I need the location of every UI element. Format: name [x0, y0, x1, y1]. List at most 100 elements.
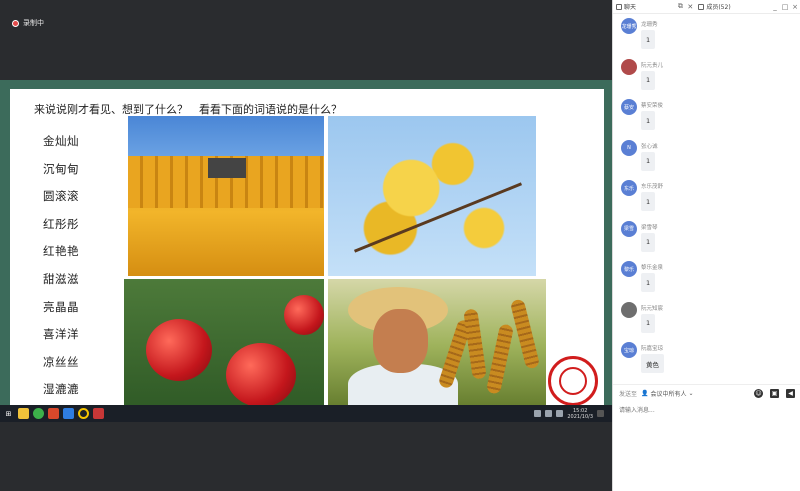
message-sender: 东乐茂舒 [641, 184, 664, 190]
shared-screen: 来说说刚才看见、想到了什么？ 看看下面的词语说的是什么？ 金灿灿 沉甸甸 圆滚滚… [0, 80, 612, 422]
tab-chat-label: 聊天 [624, 4, 637, 11]
seal-inner-ring [559, 367, 587, 395]
message-composer: 发送至 👤 会议中所有人 ⌄ ☺ ▣ ◀ [613, 384, 800, 491]
send-target-row: 发送至 👤 会议中所有人 ⌄ ☺ ▣ ◀ [619, 389, 795, 398]
farmer-millet-photo [328, 279, 546, 411]
message-bubble: 1 [641, 151, 656, 171]
message-sender: 黎乐金泉 [641, 265, 664, 271]
message-input[interactable] [619, 405, 795, 445]
word-item: 凉丝丝 [43, 354, 79, 369]
word-item: 红彤彤 [43, 216, 79, 231]
word-item: 喜洋洋 [43, 327, 79, 342]
message-sender: 梁雪琴 [641, 224, 658, 231]
avatar[interactable]: 龙珊秀 [621, 18, 637, 34]
message-bubble: 1 [641, 111, 656, 130]
clock[interactable]: 15:02 2021/10/3 [567, 408, 593, 420]
recording-indicator[interactable]: 录制中 [12, 18, 44, 28]
message-bubble: 1 [641, 313, 656, 333]
millet-shape [509, 298, 541, 370]
minimize-button[interactable]: _ [770, 3, 780, 11]
clock-date: 2021/10/3 [567, 413, 593, 420]
maximize-button[interactable]: □ [780, 3, 790, 11]
word-item: 圆滚滚 [43, 189, 79, 204]
app-window: 录制中 来说说刚才看见、想到了什么？ 看看下面的词语说的是什么？ 金灿灿 沉甸甸… [0, 0, 800, 491]
word-item: 红艳艳 [43, 244, 79, 259]
members-icon [698, 3, 705, 10]
circle-app-icon[interactable] [78, 408, 89, 419]
word-list: 金灿灿 沉甸甸 圆滚滚 红彤彤 红艳艳 甜滋滋 亮晶晶 喜洋洋 凉丝丝 湿漉漉 [43, 133, 123, 409]
message-bubble: 黄色 [641, 354, 664, 373]
recording-label: 录制中 [23, 19, 44, 27]
avatar[interactable] [621, 58, 637, 75]
corn-harvest-photo [128, 116, 324, 276]
close-button[interactable]: × [790, 3, 800, 11]
avatar[interactable]: 宝琼 [621, 342, 637, 358]
message-sender: 阮元知宸 [641, 305, 664, 312]
office-icon[interactable] [48, 408, 59, 419]
avatar[interactable]: 东乐 [621, 180, 637, 196]
message-bubble: 1 [641, 232, 656, 252]
send-target-dropdown[interactable]: 👤 会议中所有人 ⌄ [641, 389, 694, 398]
branch-shape [353, 182, 523, 253]
input-method-icon[interactable] [556, 410, 564, 417]
record-dot-icon [12, 19, 19, 27]
image-icon[interactable]: ▣ [770, 389, 779, 398]
tab-chat[interactable]: 聊天 [613, 2, 639, 11]
millet-shape [485, 323, 515, 395]
millet-shape [463, 308, 487, 380]
send-to-label: 发送至 [619, 391, 638, 398]
word-item: 金灿灿 [43, 134, 79, 148]
avatar[interactable]: 梁雪 [621, 220, 637, 237]
message-list[interactable]: 龙珊秀 龙珊秀 1 阮元贵儿 1 蔡安 蔡安荣俊 1 N 张心诚 1 东乐 东乐茂舒 1 梁雪 梁雪琴 1 黎乐黎… [613, 14, 800, 384]
message-bubble: 1 [641, 273, 656, 292]
tab-members-label: 成员(52) [706, 4, 731, 11]
slide-title: 来说说刚才看见、想到了什么？ 看看下面的词语说的是什么？ [34, 103, 342, 116]
emoji-icon[interactable]: ☺ [754, 389, 763, 398]
person-icon: 👤 [641, 390, 649, 397]
truck-shape [208, 158, 246, 178]
word-item: 甜滋滋 [43, 271, 79, 286]
apple-shape [284, 295, 324, 335]
chevron-down-icon: ⌄ [688, 390, 694, 397]
avatar[interactable] [621, 301, 637, 318]
apple-shape [226, 343, 296, 407]
wifi-icon[interactable] [534, 410, 542, 417]
red-apples-photo [124, 279, 324, 411]
avatar[interactable]: 黎乐 [621, 261, 637, 277]
face-shape [373, 309, 428, 373]
message-bubble: 1 [641, 30, 656, 49]
composer-tools: ☺ ▣ ◀ [754, 389, 795, 398]
system-tray: 15:02 2021/10/3 [534, 408, 612, 420]
word-item: 亮晶晶 [43, 299, 79, 314]
panel-tab-bar: 聊天 ⧉ ✕ 成员(52) _ □ × [613, 0, 800, 14]
megaphone-icon[interactable]: ◀ [786, 389, 795, 398]
apple-shape [146, 319, 212, 381]
start-icon[interactable]: ⊞ [3, 408, 14, 419]
chat-panel: 聊天 ⧉ ✕ 成员(52) _ □ × 龙珊秀 龙珊秀 1 阮元贵儿 1 蔡安 蔡安荣俊 1 N… [612, 0, 800, 491]
volume-icon[interactable] [545, 410, 553, 417]
presentation-slide: 来说说刚才看见、想到了什么？ 看看下面的词语说的是什么？ 金灿灿 沉甸甸 圆滚滚… [10, 89, 604, 414]
school-seal-logo [548, 356, 598, 406]
message-bubble: 1 [641, 70, 656, 90]
message-sender: 阮嘉宝琼 [641, 346, 664, 352]
chat-icon [616, 3, 622, 10]
popout-icon[interactable]: ⧉ [675, 2, 685, 11]
message-sender: 蔡安荣俊 [641, 103, 664, 109]
tab-members[interactable]: 成员(52) [695, 2, 733, 11]
send-target-value: 会议中所有人 [650, 391, 687, 398]
message-bubble: 1 [641, 192, 656, 211]
avatar[interactable]: N [621, 139, 637, 156]
browser-icon[interactable] [33, 408, 44, 419]
meeting-area: 录制中 来说说刚才看见、想到了什么？ 看看下面的词语说的是什么？ 金灿灿 沉甸甸… [0, 0, 612, 491]
screen-record-icon[interactable] [93, 408, 104, 419]
meeting-app-icon[interactable] [63, 408, 74, 419]
close-chat-icon[interactable]: ✕ [685, 3, 695, 11]
notification-icon[interactable] [597, 410, 604, 417]
file-explorer-icon[interactable] [18, 408, 29, 419]
message-sender: 张心诚 [641, 143, 658, 150]
avatar[interactable]: 蔡安 [621, 99, 637, 115]
word-item: 沉甸甸 [43, 161, 79, 176]
message-sender: 阮元贵儿 [641, 62, 664, 69]
taskbar: ⊞ 15:02 2021/10/3 [0, 405, 612, 422]
ginkgo-leaves-photo [328, 116, 536, 276]
